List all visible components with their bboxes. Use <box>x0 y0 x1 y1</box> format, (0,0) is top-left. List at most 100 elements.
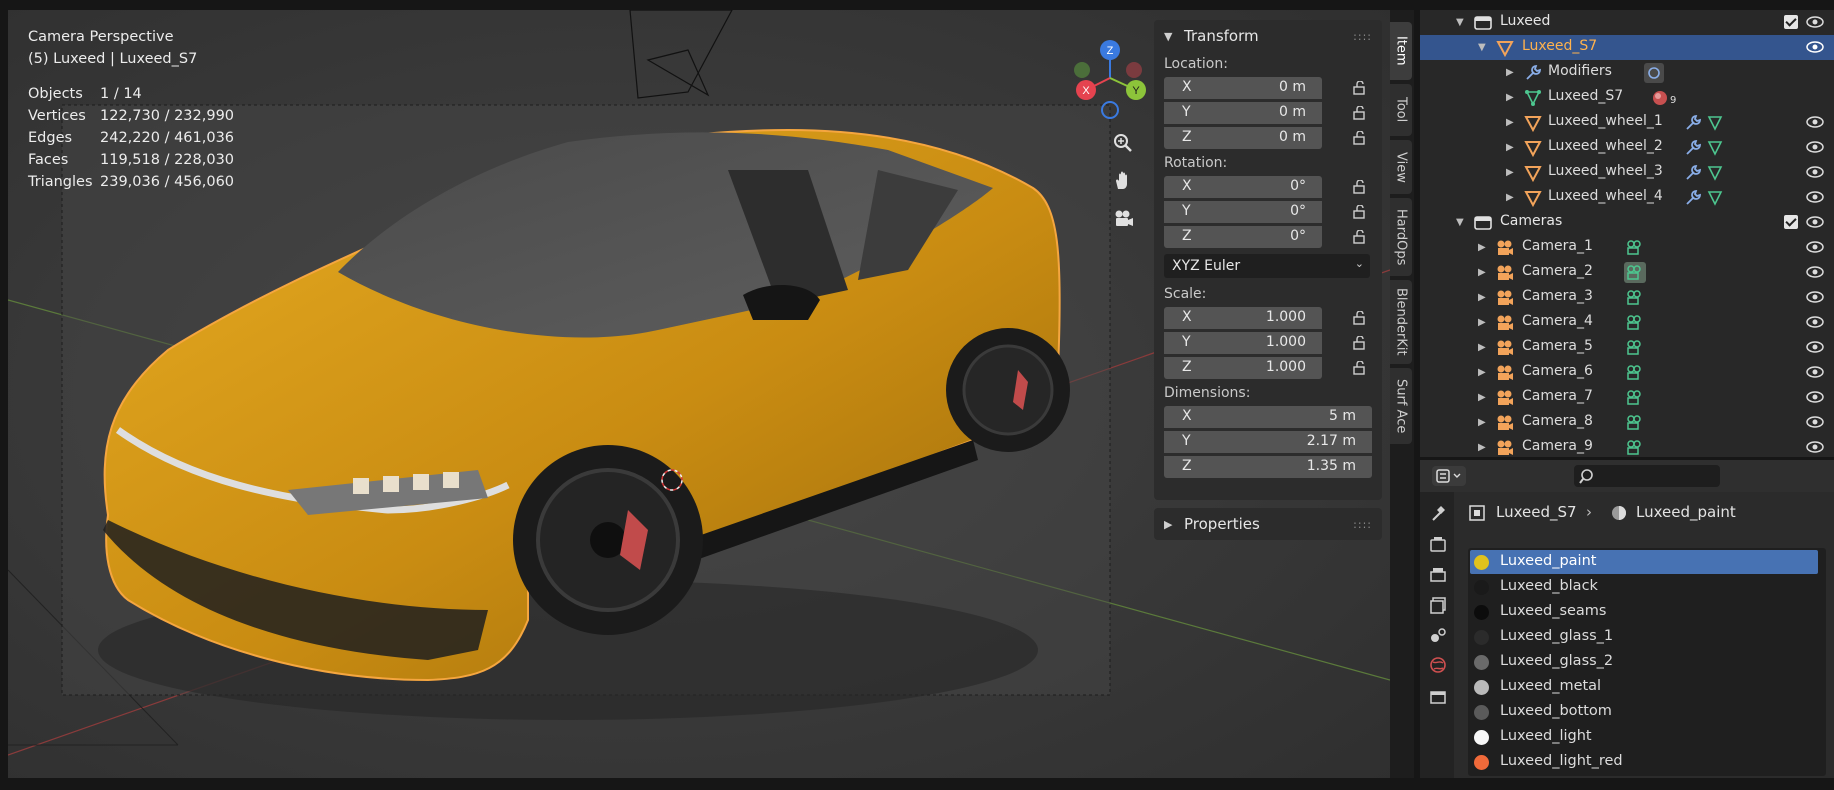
expand-arrow-icon[interactable]: ▼ <box>1456 17 1464 28</box>
eye-icon[interactable] <box>1806 366 1824 378</box>
outliner-row[interactable]: ▼ Cameras <box>1420 210 1834 235</box>
material-slot[interactable]: Luxeed_metal <box>1470 675 1818 699</box>
expand-arrow-icon[interactable]: ▶ <box>1506 117 1514 128</box>
eye-icon[interactable] <box>1806 241 1824 253</box>
eye-icon[interactable] <box>1806 191 1824 203</box>
eye-icon[interactable] <box>1806 141 1824 153</box>
expand-arrow-icon[interactable]: ▶ <box>1478 242 1486 253</box>
tab-item[interactable]: Item <box>1390 22 1412 80</box>
material-slot[interactable]: Luxeed_glass_2 <box>1470 650 1818 674</box>
dimension-z-field[interactable]: Z 1.35 m <box>1164 456 1372 478</box>
outliner-row[interactable]: ▶ Luxeed_wheel_1 <box>1420 110 1834 135</box>
outliner-row[interactable]: ▶ Luxeed_wheel_3 <box>1420 160 1834 185</box>
scale-x-field[interactable]: X 1.000 <box>1164 307 1322 329</box>
outliner-row[interactable]: ▶ Camera_9 <box>1420 435 1834 457</box>
outliner-row[interactable]: ▶ Camera_5 <box>1420 335 1834 360</box>
eye-icon[interactable] <box>1806 391 1824 403</box>
expand-arrow-icon[interactable]: ▶ <box>1478 442 1486 453</box>
eye-icon[interactable] <box>1806 41 1824 53</box>
outliner-row[interactable]: ▶ Luxeed_S7 9 <box>1420 85 1834 110</box>
eye-icon[interactable] <box>1806 166 1824 178</box>
camera-view-icon[interactable] <box>1108 204 1138 234</box>
collection-checkbox[interactable] <box>1784 15 1798 29</box>
material-slot[interactable]: Luxeed_paint <box>1470 550 1818 574</box>
tab-tool[interactable]: Tool <box>1390 84 1412 136</box>
render-icon[interactable] <box>1429 536 1447 554</box>
wrench-icon[interactable] <box>1684 114 1702 132</box>
mesh-data-icon[interactable] <box>1706 139 1724 157</box>
expand-arrow-icon[interactable]: ▶ <box>1506 92 1514 103</box>
expand-arrow-icon[interactable]: ▶ <box>1478 292 1486 303</box>
expand-arrow-icon[interactable]: ▶ <box>1506 67 1514 78</box>
lock-icon[interactable] <box>1352 131 1368 145</box>
material-slot[interactable]: Luxeed_bottom <box>1470 700 1818 724</box>
hand-pan-icon[interactable] <box>1108 166 1138 196</box>
camera-data-icon[interactable] <box>1624 312 1646 333</box>
zoom-icon[interactable] <box>1108 128 1138 158</box>
eye-icon[interactable] <box>1806 266 1824 278</box>
location-z-field[interactable]: Z0 m <box>1164 127 1322 149</box>
mesh-data-icon[interactable] <box>1706 164 1724 182</box>
scale-y-field[interactable]: Y 1.000 <box>1164 332 1322 354</box>
eye-icon[interactable] <box>1806 16 1824 28</box>
outliner-row[interactable]: ▶ Modifiers <box>1420 60 1834 85</box>
location-y-field[interactable]: Y0 m <box>1164 102 1322 124</box>
editor-type-button[interactable] <box>1432 466 1466 486</box>
expand-arrow-icon[interactable]: ▶ <box>1506 142 1514 153</box>
eye-icon[interactable] <box>1806 316 1824 328</box>
expand-arrow-icon[interactable]: ▶ <box>1506 167 1514 178</box>
transform-header[interactable]: ▼ Transform :::: <box>1154 20 1382 52</box>
outliner-row[interactable]: ▶ Luxeed_wheel_2 <box>1420 135 1834 160</box>
camera-data-icon[interactable] <box>1624 337 1646 358</box>
material-slot[interactable]: Luxeed_black <box>1470 575 1818 599</box>
wrench-icon[interactable] <box>1684 139 1702 157</box>
rotation-y-field[interactable]: Y 0° <box>1164 201 1322 223</box>
expand-arrow-icon[interactable]: ▶ <box>1478 267 1486 278</box>
wrench-icon[interactable] <box>1684 189 1702 207</box>
view-layer-icon[interactable] <box>1429 596 1447 614</box>
lock-icon[interactable] <box>1352 311 1368 325</box>
tab-blenderkit[interactable]: BlenderKit <box>1390 280 1412 364</box>
lock-icon[interactable] <box>1352 205 1368 219</box>
lock-icon[interactable] <box>1352 336 1368 350</box>
navigation-gizmo[interactable]: Z X Y <box>1038 28 1158 138</box>
outliner[interactable]: ▼ Luxeed ▼ Luxeed_S7 ▶ Modifiers ▶ Luxee… <box>1420 10 1834 457</box>
tool-icon[interactable] <box>1429 504 1447 522</box>
drag-grip-icon[interactable]: :::: <box>1353 518 1372 531</box>
eye-icon[interactable] <box>1806 116 1824 128</box>
eye-icon[interactable] <box>1806 291 1824 303</box>
tab-hardops[interactable]: HardOps <box>1390 198 1412 276</box>
expand-arrow-icon[interactable]: ▶ <box>1478 342 1486 353</box>
lock-icon[interactable] <box>1352 81 1368 95</box>
rotation-mode-dropdown[interactable]: XYZ Euler ⌄ <box>1164 254 1370 278</box>
expand-arrow-icon[interactable]: ▶ <box>1478 367 1486 378</box>
scene-icon[interactable] <box>1429 626 1447 644</box>
mesh-data-icon[interactable] <box>1706 114 1724 132</box>
rotation-x-field[interactable]: X 0° <box>1164 176 1322 198</box>
camera-data-icon[interactable] <box>1624 237 1646 258</box>
dimension-x-field[interactable]: X5 m <box>1164 406 1372 428</box>
material-slot[interactable]: Luxeed_light_red <box>1470 750 1818 774</box>
properties-header[interactable]: ▶ Properties :::: <box>1154 508 1382 540</box>
outliner-row[interactable]: ▶ Camera_4 <box>1420 310 1834 335</box>
outliner-row[interactable]: ▶ Camera_3 <box>1420 285 1834 310</box>
outliner-row[interactable]: ▶ Camera_1 <box>1420 235 1834 260</box>
expand-arrow-icon[interactable]: ▼ <box>1456 217 1464 228</box>
camera-data-icon[interactable] <box>1624 437 1646 457</box>
material-slot-icon[interactable] <box>1650 88 1672 108</box>
eye-icon[interactable] <box>1806 341 1824 353</box>
expand-arrow-icon[interactable]: ▶ <box>1478 392 1486 403</box>
lock-icon[interactable] <box>1352 106 1368 120</box>
search-input[interactable] <box>1574 465 1720 487</box>
outliner-row[interactable]: ▼ Luxeed <box>1420 10 1834 35</box>
modifier-badge[interactable] <box>1644 63 1664 83</box>
tab-surf-ace[interactable]: Surf Ace <box>1390 368 1412 444</box>
lock-icon[interactable] <box>1352 180 1368 194</box>
camera-data-icon[interactable] <box>1624 362 1646 383</box>
outliner-row[interactable]: ▶ Camera_2 <box>1420 260 1834 285</box>
eye-icon[interactable] <box>1806 216 1824 228</box>
mesh-data-icon[interactable] <box>1706 189 1724 207</box>
material-slot[interactable]: Luxeed_seams <box>1470 600 1818 624</box>
expand-arrow-icon[interactable]: ▼ <box>1478 42 1486 53</box>
camera-data-icon[interactable] <box>1624 262 1646 283</box>
